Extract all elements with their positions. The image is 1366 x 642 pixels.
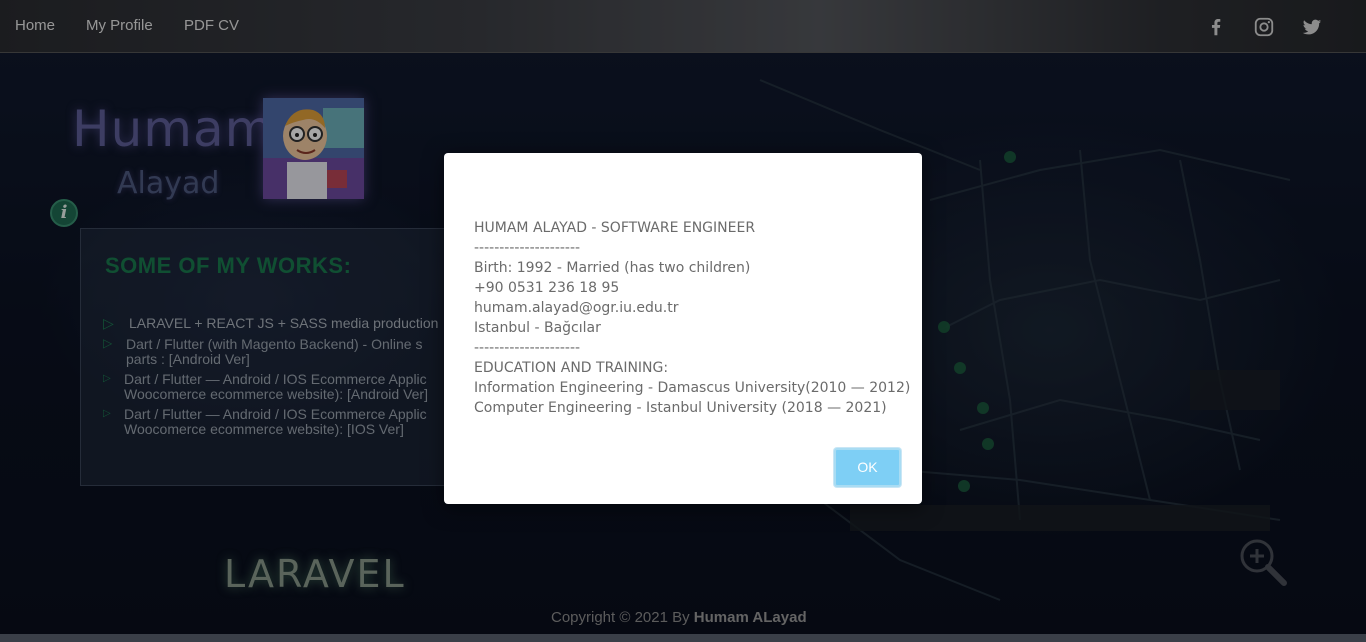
bottom-scroll-bar [0, 634, 1366, 642]
ok-button[interactable]: OK [834, 448, 901, 487]
dialog-phone: +90 0531 236 18 95 [474, 280, 620, 296]
dialog-heading: HUMAM ALAYAD - SOFTWARE ENGINEER [474, 220, 756, 236]
dialog-email: humam.alayad@ogr.iu.edu.tr [474, 300, 679, 316]
dialog-education-item: Computer Engineering - Istanbul Universi… [474, 400, 887, 416]
dialog-divider: --------------------- [474, 240, 581, 256]
profile-info-dialog: HUMAM ALAYAD - SOFTWARE ENGINEER -------… [444, 153, 922, 504]
dialog-education-item: Information Engineering - Damascus Unive… [474, 380, 911, 396]
dialog-divider: --------------------- [474, 340, 581, 356]
dialog-location: Istanbul - Bağcılar [474, 320, 601, 336]
dialog-birth-line: Birth: 1992 - Married (has two children) [474, 260, 751, 276]
dialog-education-heading: EDUCATION AND TRAINING: [474, 360, 669, 376]
